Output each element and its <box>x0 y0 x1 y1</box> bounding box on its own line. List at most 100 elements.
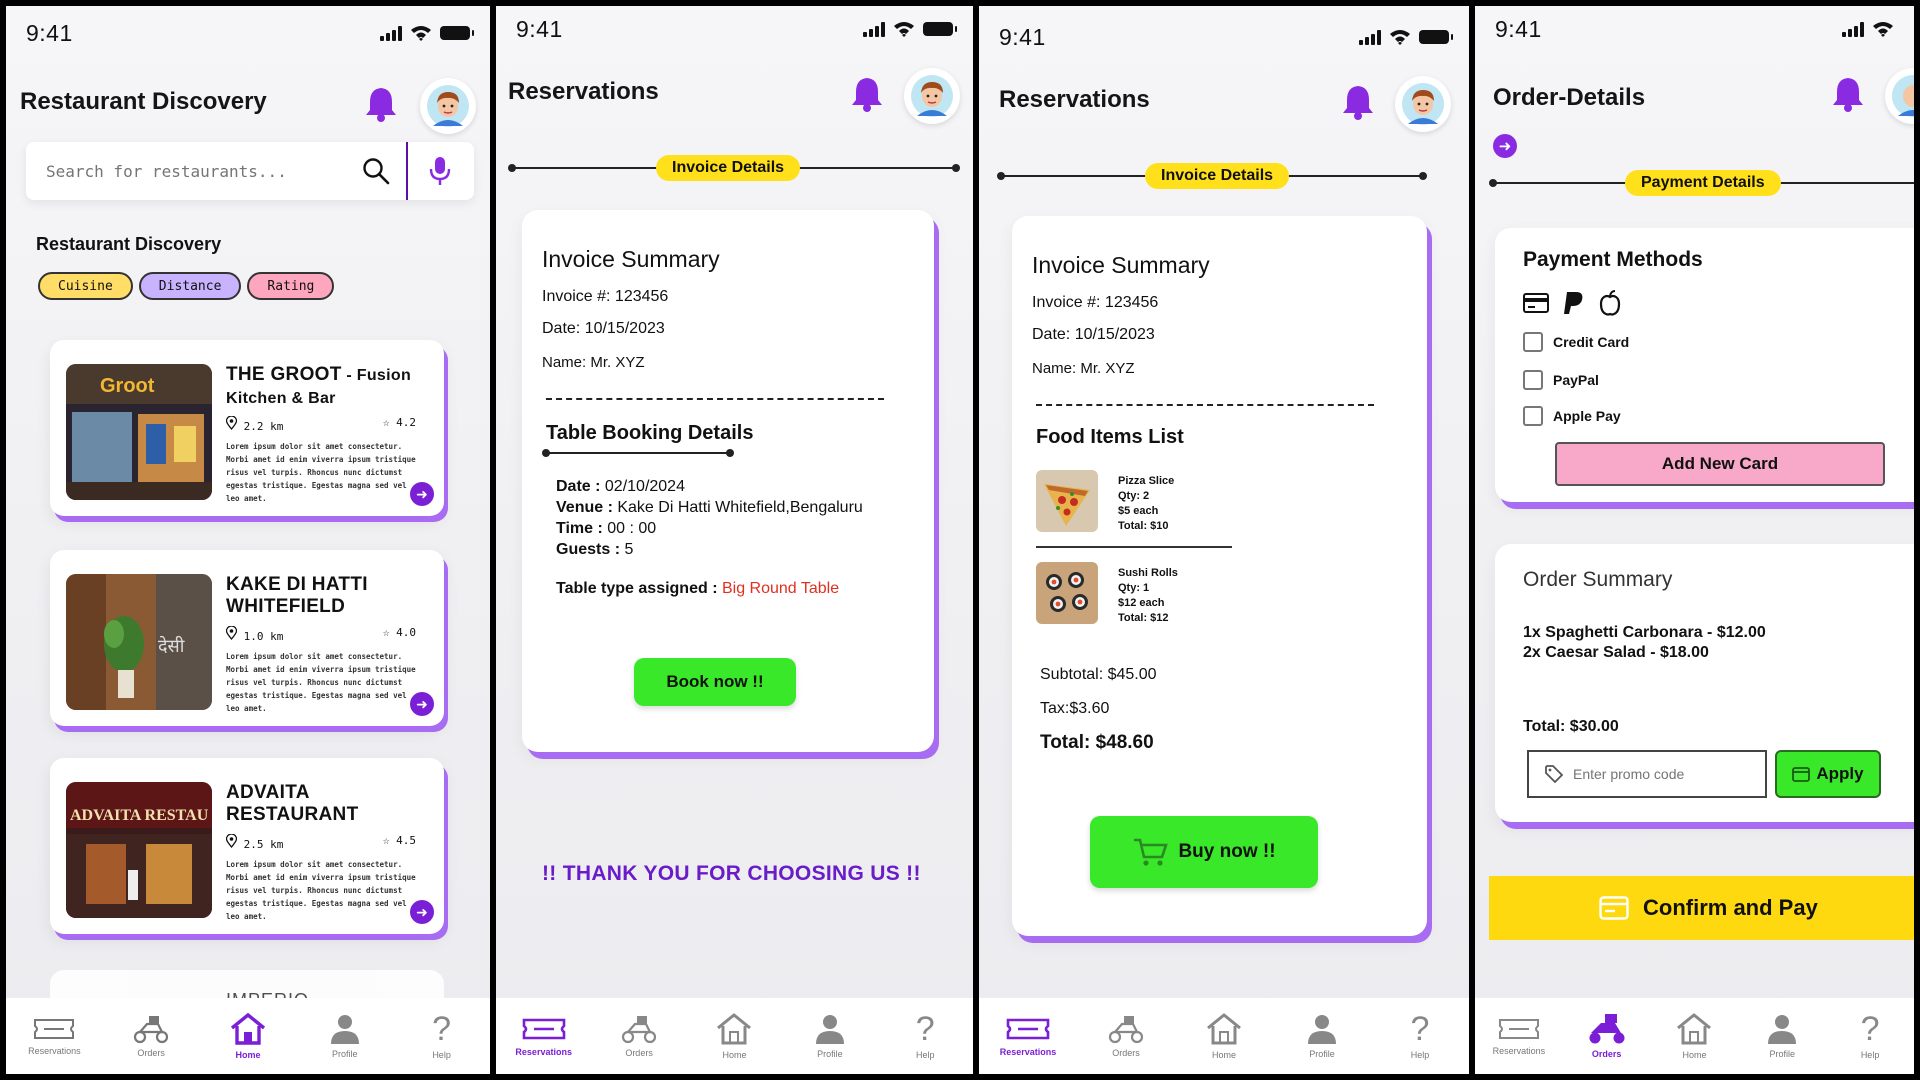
microphone-icon[interactable] <box>428 156 452 186</box>
restaurant-card[interactable]: Groot THE GROOT - Fusion Kitchen & Bar 2… <box>50 340 444 516</box>
search-bar <box>26 142 474 200</box>
checkbox[interactable] <box>1523 332 1543 352</box>
filter-chip-distance[interactable]: Distance <box>138 272 242 300</box>
nav-item-reservations[interactable]: Reservations <box>504 1015 584 1057</box>
nav-item-home[interactable]: Home <box>694 1012 774 1060</box>
status-time: 9:41 <box>516 15 563 42</box>
arrow-right-icon[interactable]: ➜ <box>410 900 434 924</box>
payment-option-credit-card[interactable]: Credit Card <box>1523 332 1629 352</box>
arrow-right-icon[interactable]: ➜ <box>410 482 434 506</box>
filter-chip-cuisine[interactable]: Cuisine <box>38 272 133 300</box>
nav-item-profile[interactable]: Profile <box>305 1013 385 1059</box>
nav-item-orders[interactable]: Orders <box>111 1014 191 1058</box>
filter-chips: Cuisine Distance Rating <box>38 272 335 300</box>
buy-now-button[interactable]: Buy now !! <box>1090 816 1318 888</box>
food-photo <box>1036 562 1098 624</box>
profile-icon <box>330 1015 359 1044</box>
restaurant-name: ADVAITA RESTAURANT <box>226 782 359 825</box>
tax: Tax:$3.60 <box>1040 700 1110 717</box>
nav-item-reservations[interactable]: Reservations <box>988 1015 1068 1057</box>
status-time: 9:41 <box>1495 15 1542 42</box>
checkbox[interactable] <box>1523 370 1543 390</box>
wifi-icon <box>1873 22 1893 37</box>
promo-code-field <box>1527 750 1767 798</box>
nav-item-reservations[interactable]: Reservations <box>14 1016 94 1056</box>
home-icon <box>230 1012 266 1045</box>
add-new-card-button[interactable]: Add New Card <box>1555 442 1885 486</box>
nav-label: Profile <box>1309 1049 1335 1059</box>
restaurant-rating: 4.0 <box>396 626 416 639</box>
nav-item-profile[interactable]: Profile <box>790 1013 870 1059</box>
nav-item-home[interactable]: Home <box>1654 1012 1734 1060</box>
promo-code-input[interactable] <box>1573 766 1753 782</box>
avatar[interactable] <box>904 68 960 124</box>
payment-icons <box>1523 290 1621 316</box>
payment-option-paypal[interactable]: PayPal <box>1523 370 1599 390</box>
apply-button[interactable]: Apply <box>1775 750 1881 798</box>
confirm-and-pay-button[interactable]: Confirm and Pay <box>1489 876 1914 940</box>
nav-item-help[interactable]: ? Help <box>1830 1012 1910 1060</box>
nav-label: Profile <box>332 1049 358 1059</box>
checkbox[interactable] <box>1523 406 1543 426</box>
cart-icon <box>1134 838 1169 866</box>
bell-icon[interactable] <box>1341 84 1375 120</box>
restaurant-card[interactable]: ADVAITA RESTAU ADVAITA RESTAURANT 2.5 km… <box>50 758 444 934</box>
invoice-number: Invoice #: 123456 <box>542 288 669 305</box>
svg-text:ADVAITA RESTAU: ADVAITA RESTAU <box>70 807 209 824</box>
nav-item-profile[interactable]: Profile <box>1742 1013 1822 1059</box>
restaurant-photo: देसी <box>66 574 212 710</box>
nav-label: Orders <box>625 1048 653 1058</box>
bell-icon[interactable] <box>1831 76 1865 112</box>
nav-item-help[interactable]: ? Help <box>1380 1012 1460 1060</box>
filter-chip-rating[interactable]: Rating <box>247 272 335 300</box>
restaurant-distance: 2.2 km <box>243 420 284 433</box>
tag-icon <box>1545 765 1563 783</box>
nav-item-home[interactable]: Home <box>208 1012 288 1060</box>
restaurant-name: KAKE DI HATTI WHITEFIELD <box>226 574 368 617</box>
nav-item-reservations[interactable]: Reservations <box>1479 1016 1559 1056</box>
bell-icon[interactable] <box>364 86 398 122</box>
nav-label: Orders <box>1112 1048 1140 1058</box>
avatar[interactable] <box>1395 76 1451 132</box>
buy-now-label: Buy now !! <box>1178 841 1276 862</box>
search-input[interactable] <box>46 161 366 181</box>
apple-icon <box>1599 290 1621 316</box>
booking-title-underline <box>542 449 734 457</box>
credit-card-icon <box>1523 293 1549 313</box>
restaurant-description: Lorem ipsum dolor sit amet consectetur. … <box>226 652 416 713</box>
back-arrow-icon[interactable]: ➜ <box>1493 134 1517 158</box>
nav-item-orders[interactable]: Orders <box>599 1014 679 1058</box>
nav-item-help[interactable]: ? Help <box>402 1012 482 1060</box>
nav-label: Home <box>235 1050 261 1060</box>
svg-text:Groot: Groot <box>100 375 155 397</box>
restaurant-description: Lorem ipsum dolor sit amet consectetur. … <box>226 442 416 503</box>
search-icon[interactable] <box>362 157 390 185</box>
order-summary-title: Order Summary <box>1523 568 1673 591</box>
food-total: Total: $12 <box>1118 612 1169 624</box>
home-icon <box>717 1013 752 1045</box>
help-icon: ? <box>432 1010 452 1048</box>
nav-item-help[interactable]: ? Help <box>885 1012 965 1060</box>
nav-item-orders[interactable]: Orders <box>1567 1013 1647 1059</box>
nav-label: Reservations <box>28 1046 81 1056</box>
book-now-button[interactable]: Book now !! <box>634 658 796 706</box>
payment-option-apple-pay[interactable]: Apple Pay <box>1523 406 1621 426</box>
nav-item-orders[interactable]: Orders <box>1086 1014 1166 1058</box>
avatar[interactable] <box>420 78 476 134</box>
arrow-right-icon[interactable]: ➜ <box>410 692 434 716</box>
status-time: 9:41 <box>26 19 73 46</box>
nav-item-home[interactable]: Home <box>1184 1012 1264 1060</box>
profile-icon <box>1768 1015 1797 1044</box>
signal-icon <box>1842 21 1864 37</box>
avatar[interactable] <box>1885 68 1914 124</box>
bell-icon[interactable] <box>850 76 884 112</box>
section-title: Restaurant Discovery <box>36 234 222 254</box>
restaurant-meta: 2.2 km ☆ 4.2 <box>225 415 416 433</box>
step-label: Invoice Details <box>656 155 801 181</box>
item-divider <box>1036 546 1232 548</box>
food-photo <box>1036 470 1098 532</box>
ticket-icon <box>1006 1018 1050 1040</box>
restaurant-card[interactable]: देसी KAKE DI HATTI WHITEFIELD 1.0 km ☆ 4… <box>50 550 444 726</box>
location-pin-icon <box>225 415 238 431</box>
nav-item-profile[interactable]: Profile <box>1282 1013 1362 1059</box>
